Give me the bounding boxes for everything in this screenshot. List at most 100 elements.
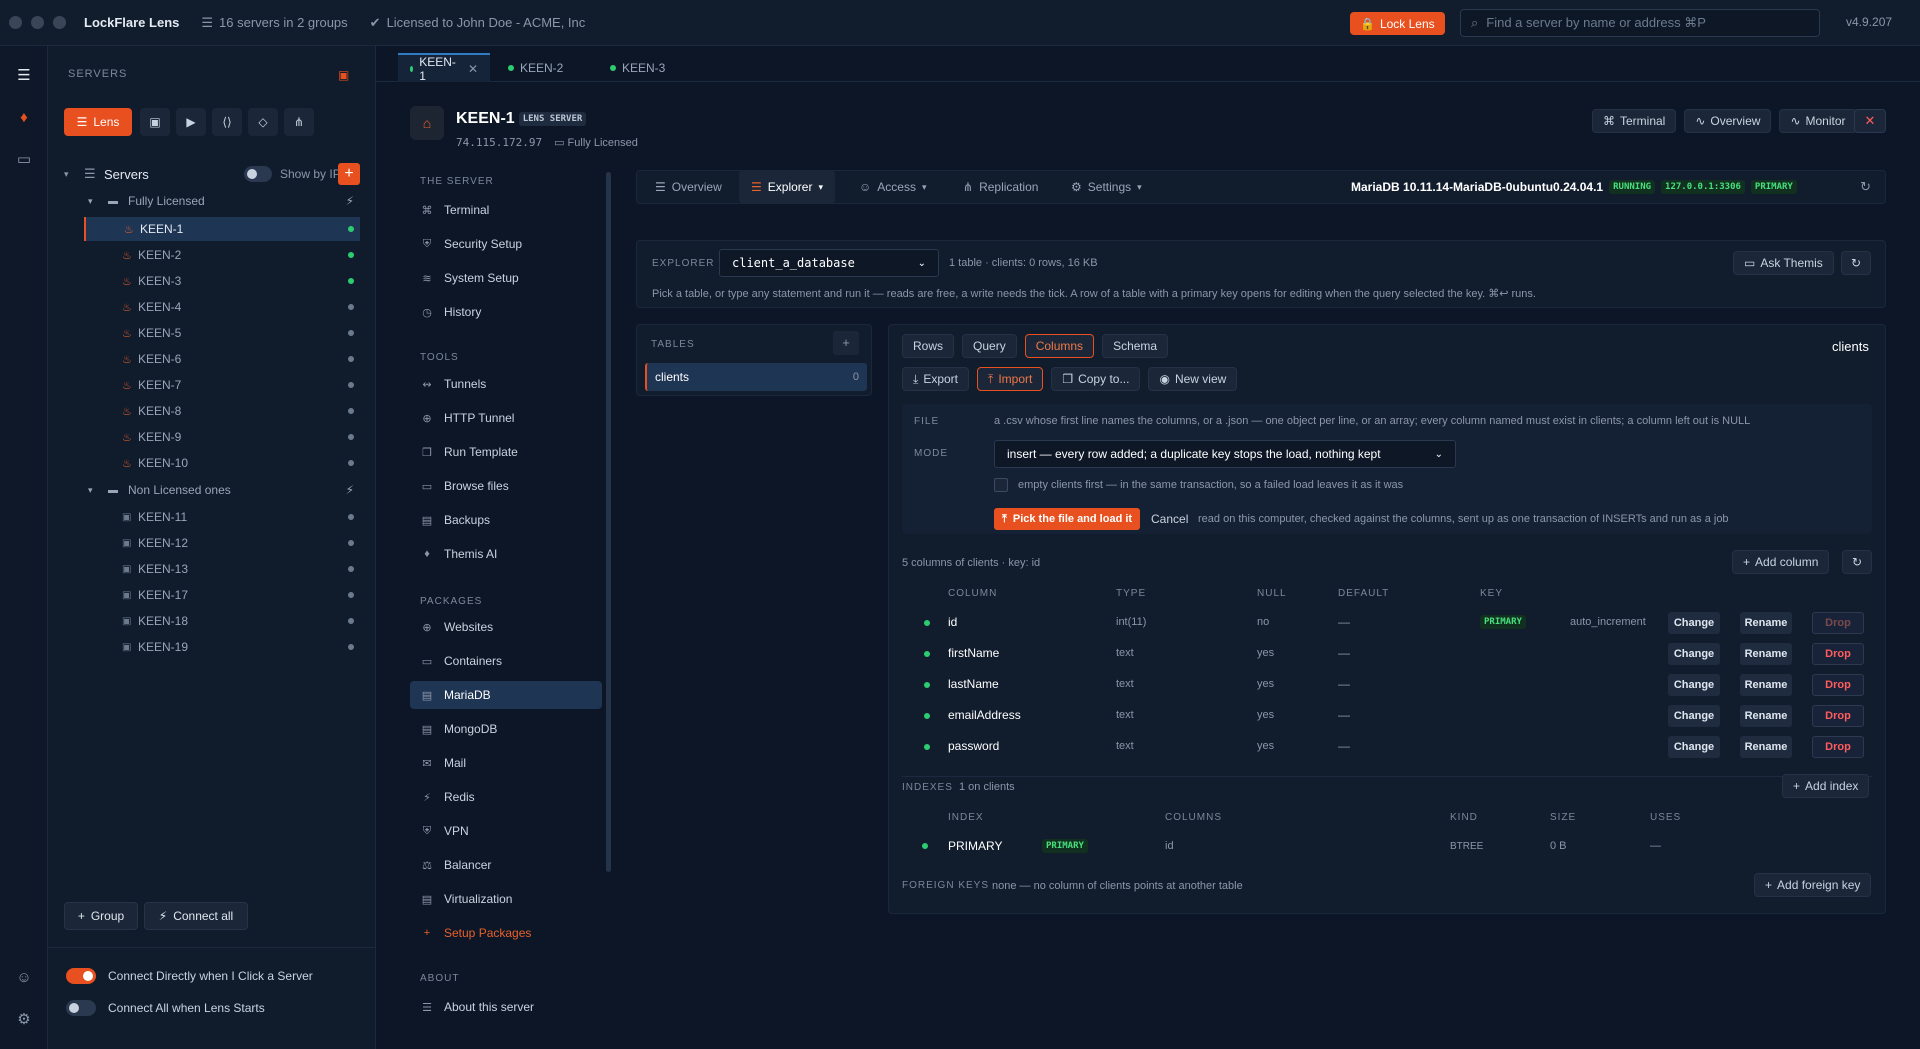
table-item-clients[interactable]: clients 0 xyxy=(645,363,867,391)
nav-item-containers[interactable]: ▭ Containers xyxy=(410,647,602,675)
server-item-keen-11[interactable]: ▣ KEEN-11 xyxy=(84,505,360,529)
nav-item-balancer[interactable]: ⚖ Balancer xyxy=(410,851,602,879)
bolt-icon[interactable]: ⚡ xyxy=(346,194,354,208)
terminal-tool-icon[interactable]: ▣ xyxy=(140,108,170,136)
drop-column-button[interactable]: Drop xyxy=(1812,643,1864,665)
pick-file-button[interactable]: ⤒ Pick the file and load it xyxy=(994,508,1141,530)
rename-column-button[interactable]: Rename xyxy=(1740,612,1792,634)
server-item-keen-4[interactable]: ♨ KEEN-4 xyxy=(84,295,360,319)
nav-item-redis[interactable]: ⚡ Redis xyxy=(410,783,602,811)
nav-item-run-template[interactable]: ❒ Run Template xyxy=(410,438,602,466)
change-column-button[interactable]: Change xyxy=(1668,674,1720,696)
collapse-sidebar-icon[interactable]: ▣ xyxy=(338,68,349,82)
nav-item-history[interactable]: ◷ History xyxy=(410,298,602,326)
add-table-button[interactable]: + xyxy=(833,331,859,355)
new-view-button[interactable]: ◉ New view xyxy=(1148,367,1238,391)
gear-icon[interactable]: ⚙ xyxy=(13,1008,35,1030)
flame-icon[interactable]: ♦ xyxy=(13,106,35,128)
window-maximize-dot[interactable] xyxy=(53,16,66,29)
tab-keen-2[interactable]: KEEN-2 xyxy=(496,53,575,82)
window-close-dot[interactable] xyxy=(9,16,22,29)
cancel-link[interactable]: Cancel xyxy=(1151,512,1188,526)
package-tool-icon[interactable]: ◇ xyxy=(248,108,278,136)
nav-item-mail[interactable]: ✉ Mail xyxy=(410,749,602,777)
refresh-icon[interactable]: ↻ xyxy=(1860,179,1871,195)
overview-button[interactable]: ∿ Overview xyxy=(1684,109,1772,133)
nav-item-tunnels[interactable]: ↭ Tunnels xyxy=(410,370,602,398)
server-item-keen-3[interactable]: ♨ KEEN-3 xyxy=(84,269,360,293)
change-column-button[interactable]: Change xyxy=(1668,705,1720,727)
change-column-button[interactable]: Change xyxy=(1668,736,1720,758)
server-item-keen-1[interactable]: ♨ KEEN-1 xyxy=(84,217,360,241)
server-item-keen-10[interactable]: ♨ KEEN-10 xyxy=(84,451,360,475)
empty-first-option[interactable]: empty clients first — in the same transa… xyxy=(994,478,1403,492)
rename-column-button[interactable]: Rename xyxy=(1740,643,1792,665)
nav-item-vpn[interactable]: ⛨ VPN xyxy=(410,817,602,845)
view-tab-columns[interactable]: Columns xyxy=(1024,334,1095,358)
nav-item-about-this-server[interactable]: ☰ About this server xyxy=(410,993,602,1021)
servers-icon[interactable]: ☰ xyxy=(13,64,35,86)
disconnect-button[interactable]: ✕ xyxy=(1854,109,1886,133)
show-by-ip-toggle[interactable] xyxy=(244,166,272,182)
nav-item-mariadb[interactable]: ▤ MariaDB xyxy=(410,681,602,709)
view-tab-query[interactable]: Query xyxy=(962,334,1017,358)
close-icon[interactable]: ✕ xyxy=(468,62,478,76)
option-connect-direct[interactable]: Connect Directly when I Click a Server xyxy=(66,968,313,984)
drop-column-button[interactable]: Drop xyxy=(1812,674,1864,696)
rename-column-button[interactable]: Rename xyxy=(1740,674,1792,696)
db-tab-access[interactable]: ☺ Access ▾ xyxy=(859,180,926,194)
rename-column-button[interactable]: Rename xyxy=(1740,705,1792,727)
server-item-keen-2[interactable]: ♨ KEEN-2 xyxy=(84,243,360,267)
terminal-button[interactable]: ⌘ Terminal xyxy=(1592,109,1677,133)
network-tool-icon[interactable]: ⋔ xyxy=(284,108,314,136)
server-item-keen-9[interactable]: ♨ KEEN-9 xyxy=(84,425,360,449)
tab-keen-3[interactable]: KEEN-3 xyxy=(598,53,677,82)
db-tab-explorer[interactable]: ☰ Explorer ▾ xyxy=(739,171,835,203)
bolt-icon[interactable]: ⚡ xyxy=(346,483,354,497)
ask-themis-button[interactable]: ▭ Ask Themis xyxy=(1733,251,1834,275)
add-server-button[interactable]: + xyxy=(338,163,360,185)
add-foreign-key-button[interactable]: + Add foreign key xyxy=(1754,873,1872,897)
connect-all-start-toggle[interactable] xyxy=(66,1000,96,1016)
nav-item-virtualization[interactable]: ▤ Virtualization xyxy=(410,885,602,913)
add-index-button[interactable]: + Add index xyxy=(1782,774,1870,798)
refresh-columns-button[interactable]: ↻ xyxy=(1842,550,1872,574)
db-tab-replication[interactable]: ⋔ Replication xyxy=(963,180,1038,194)
view-tab-rows[interactable]: Rows xyxy=(902,334,955,358)
drop-column-button[interactable]: Drop xyxy=(1812,612,1864,634)
nav-item-system-setup[interactable]: ≋ System Setup xyxy=(410,264,602,292)
copy-to-button[interactable]: ❐ Copy to... xyxy=(1051,367,1141,391)
db-tab-settings[interactable]: ⚙ Settings ▾ xyxy=(1071,180,1142,194)
nav-item-themis-ai[interactable]: ♦ Themis AI xyxy=(410,540,602,568)
drop-column-button[interactable]: Drop xyxy=(1812,705,1864,727)
drop-column-button[interactable]: Drop xyxy=(1812,736,1864,758)
server-item-keen-19[interactable]: ▣ KEEN-19 xyxy=(84,635,360,659)
empty-first-checkbox[interactable] xyxy=(994,478,1008,492)
server-item-keen-7[interactable]: ♨ KEEN-7 xyxy=(84,373,360,397)
rename-column-button[interactable]: Rename xyxy=(1740,736,1792,758)
nav-item-websites[interactable]: ⊕ Websites xyxy=(410,613,602,641)
change-column-button[interactable]: Change xyxy=(1668,643,1720,665)
import-mode-select[interactable]: insert — every row added; a duplicate ke… xyxy=(994,440,1456,468)
monitor-button[interactable]: ∿ Monitor xyxy=(1779,109,1857,133)
server-search-input[interactable]: ⌕ Find a server by name or address ⌘P xyxy=(1460,9,1820,37)
server-item-keen-6[interactable]: ♨ KEEN-6 xyxy=(84,347,360,371)
change-column-button[interactable]: Change xyxy=(1668,612,1720,634)
lens-button[interactable]: ☰ Lens xyxy=(64,108,132,136)
nav-item-mongodb[interactable]: ▤ MongoDB xyxy=(410,715,602,743)
server-item-keen-13[interactable]: ▣ KEEN-13 xyxy=(84,557,360,581)
play-tool-icon[interactable]: ▶ xyxy=(176,108,206,136)
nav-item-setup-packages[interactable]: + Setup Packages xyxy=(410,919,602,947)
server-item-keen-8[interactable]: ♨ KEEN-8 xyxy=(84,399,360,423)
tab-keen-1[interactable]: KEEN-1 ✕ xyxy=(398,53,490,83)
db-tab-overview[interactable]: ☰ Overview xyxy=(647,170,730,204)
servers-root[interactable]: ▾ ☰ Servers Show by IP + xyxy=(64,162,360,186)
import-button[interactable]: ⤒ Import xyxy=(977,367,1044,391)
group-button[interactable]: + Group xyxy=(64,902,138,930)
server-item-keen-5[interactable]: ♨ KEEN-5 xyxy=(84,321,360,345)
database-select[interactable]: client_a_database ⌄ xyxy=(719,249,939,277)
server-item-keen-12[interactable]: ▣ KEEN-12 xyxy=(84,531,360,555)
server-item-keen-17[interactable]: ▣ KEEN-17 xyxy=(84,583,360,607)
refresh-button[interactable]: ↻ xyxy=(1841,251,1871,275)
nav-item-browse-files[interactable]: ▭ Browse files xyxy=(410,472,602,500)
